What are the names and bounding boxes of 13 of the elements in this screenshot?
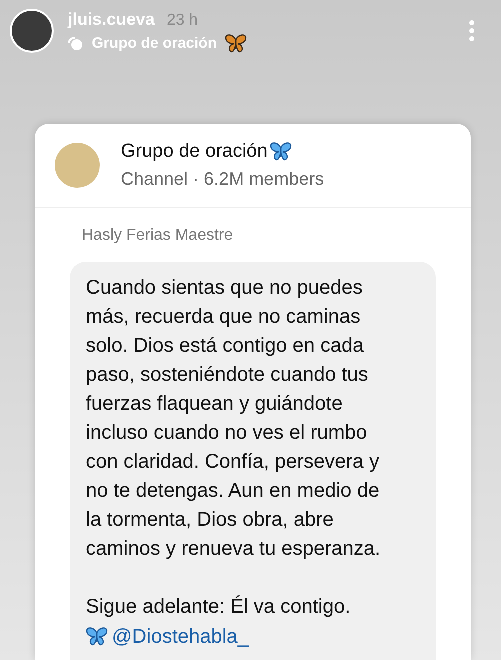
channel-handle-link[interactable]: @Diostehabla_	[112, 622, 250, 652]
channel-subtitle: Channel · 6.2M members	[121, 168, 324, 192]
message-text: Sigue adelante: Él va contigo.	[86, 594, 352, 620]
channel-icon	[68, 37, 84, 51]
avatar[interactable]	[10, 9, 54, 53]
butterfly-icon	[225, 34, 248, 54]
butterfly-icon	[270, 142, 292, 162]
butterfly-icon	[86, 627, 108, 647]
channel-avatar	[55, 143, 100, 188]
channel-name: Grupo de oración	[121, 140, 268, 164]
message-author: Hasly Ferias Maestre	[82, 226, 234, 246]
post-time: 23 h	[166, 10, 198, 31]
message-text: Cuando sientas que no puedes más, recuerda que no caminas solo. Dios está contigo en cada paso, sosteniéndote cuando tus fuerzas flaquean y guiándote incluso cuando no ves el rumbo con claridad. Confía, persevera y no te detengas. Aun en medio de la tormenta, Dios obra, abre caminos y renueva tu esperanza.	[86, 276, 382, 562]
